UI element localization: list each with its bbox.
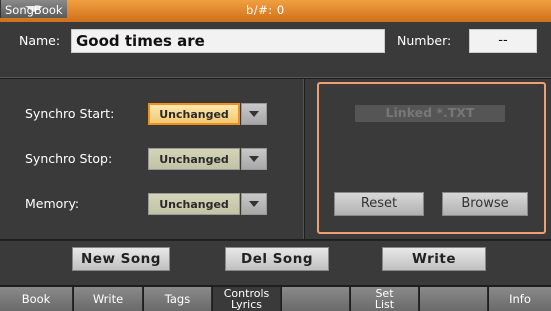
memory-label: Memory: xyxy=(25,196,80,211)
chevron-down-icon xyxy=(249,201,259,207)
synchro-start-dropdown-button[interactable] xyxy=(241,103,267,125)
memory-select[interactable]: Unchanged xyxy=(148,193,267,215)
linked-txt-label: Linked *.TXT xyxy=(355,105,505,122)
tab-empty-1[interactable] xyxy=(282,287,350,311)
synchro-stop-select[interactable]: Unchanged xyxy=(148,148,267,170)
synchro-start-label: Synchro Start: xyxy=(25,106,115,121)
tab-list-label: List xyxy=(374,298,395,311)
tab-book[interactable]: Book xyxy=(0,287,73,311)
synchro-stop-value[interactable]: Unchanged xyxy=(148,148,240,170)
tab-controls-lyrics[interactable]: Controls Lyrics xyxy=(213,287,281,311)
key-signature-indicator: b/#: 0 xyxy=(246,3,285,17)
tab-info[interactable]: Info xyxy=(489,287,551,311)
chevron-down-icon xyxy=(249,111,259,117)
app-title: SongBook xyxy=(5,3,63,17)
tab-lyrics-label: Lyrics xyxy=(231,298,262,311)
memory-value[interactable]: Unchanged xyxy=(148,193,240,215)
name-label: Name: xyxy=(19,33,61,48)
song-name-field[interactable]: Good times are xyxy=(71,29,385,53)
tab-tags[interactable]: Tags xyxy=(144,287,212,311)
reset-button[interactable]: Reset xyxy=(334,192,424,216)
synchro-start-value[interactable]: Unchanged xyxy=(148,103,240,125)
memory-dropdown-button[interactable] xyxy=(241,193,267,215)
write-button[interactable]: Write xyxy=(382,247,486,271)
song-number-field[interactable]: -- xyxy=(469,29,537,53)
synchro-start-select[interactable]: Unchanged xyxy=(148,103,267,125)
tab-empty-2[interactable] xyxy=(420,287,488,311)
browse-button[interactable]: Browse xyxy=(442,192,528,216)
synchro-stop-label: Synchro Stop: xyxy=(25,151,113,166)
synchro-stop-dropdown-button[interactable] xyxy=(241,148,267,170)
chevron-down-icon xyxy=(249,156,259,162)
tab-write[interactable]: Write xyxy=(74,287,143,311)
new-song-button[interactable]: New Song xyxy=(72,247,170,271)
tab-set-list[interactable]: Set List xyxy=(351,287,419,311)
title-bar: SongBook b/#: 0 xyxy=(0,0,551,22)
number-label: Number: xyxy=(397,33,452,48)
del-song-button[interactable]: Del Song xyxy=(225,247,329,271)
